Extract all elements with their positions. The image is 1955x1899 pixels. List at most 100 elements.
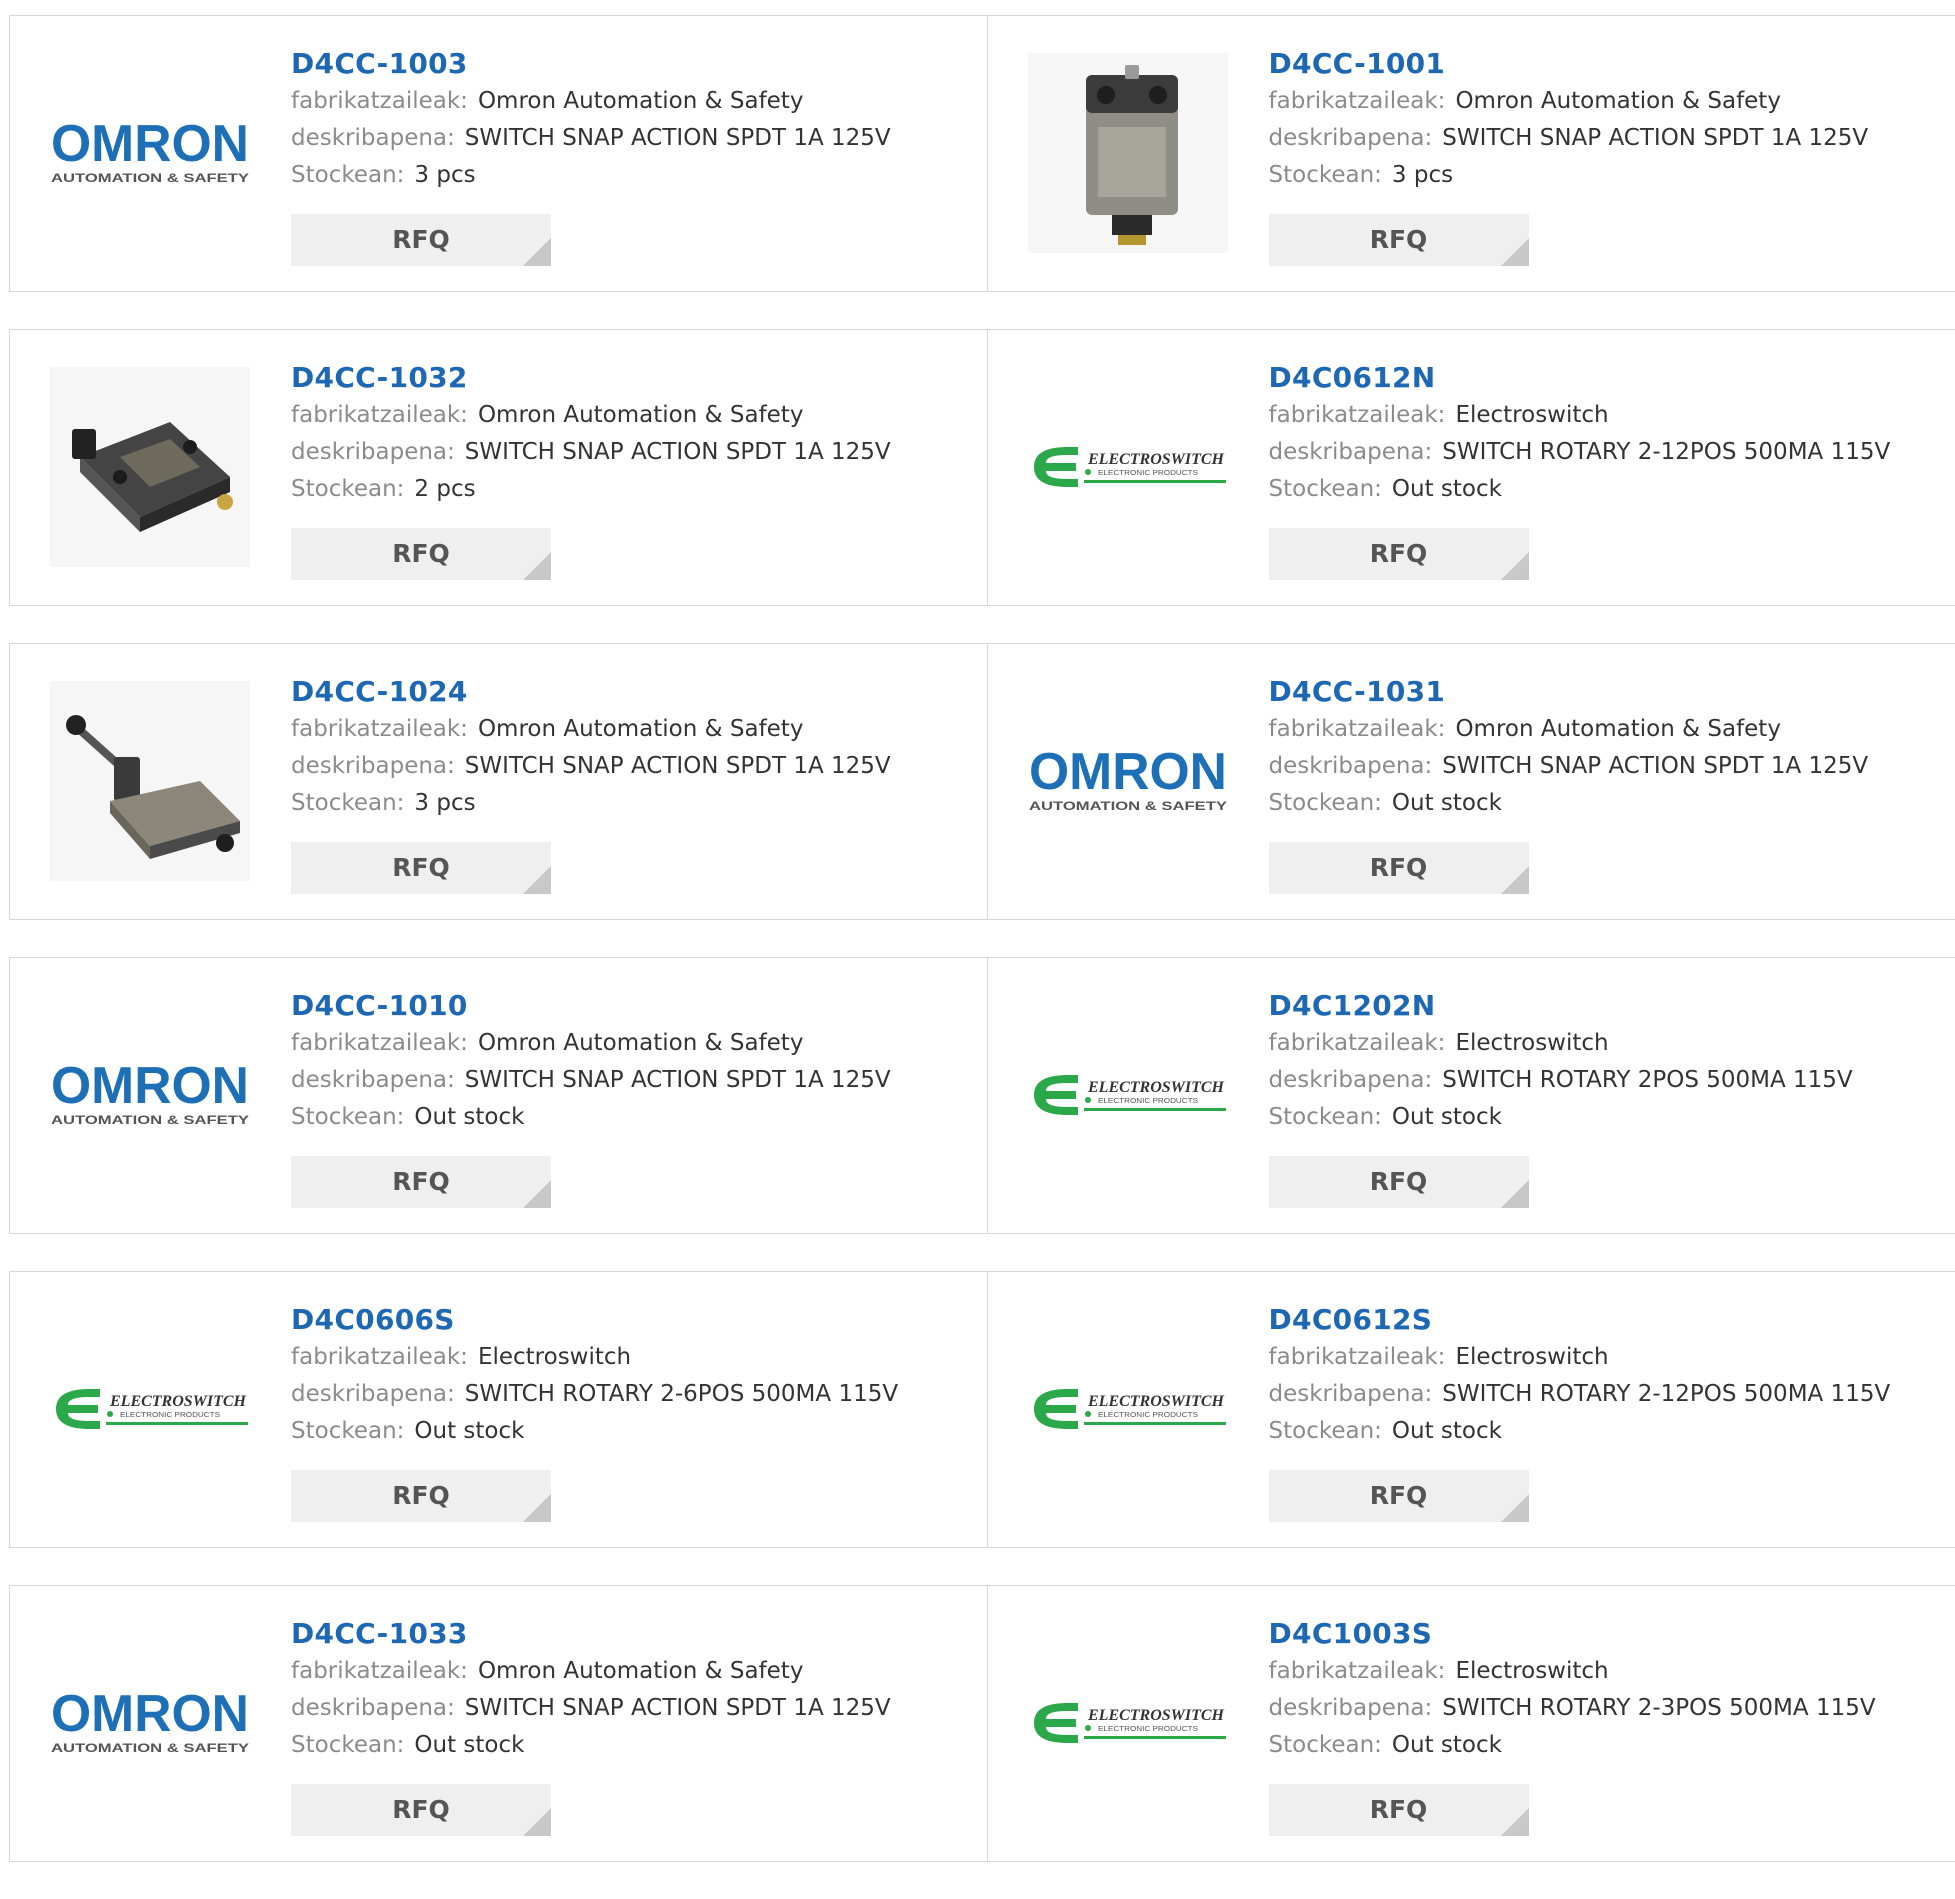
product-image[interactable]: [1028, 53, 1228, 253]
product-card: D4CC-1032fabrikatzaileak:Omron Automatio…: [10, 330, 987, 605]
product-row: OMRONAUTOMATION & SAFETY D4CC-1010 fabrika…: [9, 957, 1955, 1234]
description-label: deskribapena:: [291, 1695, 455, 1721]
manufacturer-value: Omron Automation & Safety: [478, 1658, 804, 1684]
description-label: deskribapena:: [1269, 1067, 1433, 1093]
omron-logo-icon: OMRONAUTOMATION & SAFETY: [1028, 741, 1228, 821]
manufacturer-label: fabrikatzaileak:: [1269, 88, 1446, 114]
omron-logo-name: OMRON: [51, 1685, 249, 1743]
description-label: deskribapena:: [1269, 439, 1433, 465]
rfq-button[interactable]: RFQ: [291, 214, 551, 266]
product-image[interactable]: OMRONAUTOMATION & SAFETY: [50, 995, 250, 1195]
stock-line: Stockean: Out stock: [1269, 785, 1929, 822]
rfq-button[interactable]: RFQ: [291, 1156, 551, 1208]
part-number-link[interactable]: D4CC-1010: [291, 987, 951, 1025]
stock-label: Stockean:: [1269, 1418, 1382, 1444]
rfq-button-label: RFQ: [1370, 225, 1428, 254]
description-line: deskribapena:SWITCH SNAP ACTION SPDT 1A …: [1269, 748, 1929, 785]
product-card: OMRONAUTOMATION & SAFETY D4CC-1010 fabrika…: [10, 958, 987, 1233]
manufacturer-label: fabrikatzaileak:: [291, 88, 468, 114]
stock-label: Stockean:: [291, 162, 404, 188]
product-image[interactable]: ELECTROSWITCHELECTRONIC PRODUCTS: [50, 1309, 250, 1509]
corner-triangle-icon: [523, 1494, 551, 1522]
rfq-button-label: RFQ: [1370, 1481, 1428, 1510]
omron-logo-icon: OMRONAUTOMATION & SAFETY: [50, 1055, 250, 1135]
product-info: D4CC-1032fabrikatzaileak:Omron Automatio…: [291, 359, 951, 580]
product-image[interactable]: ELECTROSWITCHELECTRONIC PRODUCTS: [1028, 1623, 1228, 1823]
corner-triangle-icon: [1501, 1808, 1529, 1836]
electroswitch-logo-name: ELECTROSWITCH: [1087, 451, 1225, 468]
rfq-button-label: RFQ: [1370, 853, 1428, 882]
part-number-link[interactable]: D4CC-1001: [1269, 45, 1929, 83]
product-image[interactable]: ELECTROSWITCHELECTRONIC PRODUCTS: [1028, 367, 1228, 567]
product-image[interactable]: OMRONAUTOMATION & SAFETY: [1028, 681, 1228, 881]
manufacturer-label: fabrikatzaileak:: [1269, 716, 1446, 742]
description-line: deskribapena:SWITCH SNAP ACTION SPDT 1A …: [291, 748, 951, 785]
stock-value: Out stock: [414, 1418, 524, 1444]
rfq-button[interactable]: RFQ: [291, 842, 551, 894]
product-row: D4CC-1032fabrikatzaileak:Omron Automatio…: [9, 329, 1955, 606]
electroswitch-logo-name: ELECTROSWITCH: [1087, 1079, 1225, 1096]
rfq-button[interactable]: RFQ: [291, 1784, 551, 1836]
stock-line: Stockean:3 pcs: [291, 157, 951, 194]
description-label: deskribapena:: [291, 1381, 455, 1407]
product-image[interactable]: OMRONAUTOMATION & SAFETY: [50, 53, 250, 253]
product-image[interactable]: ELECTROSWITCHELECTRONIC PRODUCTS: [1028, 995, 1228, 1195]
product-image[interactable]: OMRONAUTOMATION & SAFETY: [50, 1623, 250, 1823]
product-image[interactable]: [50, 367, 250, 567]
part-number-link[interactable]: D4CC-1024: [291, 673, 951, 711]
omron-logo-name: OMRON: [51, 1057, 249, 1115]
product-info: D4CC-1010fabrikatzaileak:Omron Automatio…: [291, 987, 951, 1208]
rfq-button[interactable]: RFQ: [1269, 214, 1529, 266]
part-number-link[interactable]: D4C0612S: [1269, 1301, 1929, 1339]
rfq-button[interactable]: RFQ: [1269, 842, 1529, 894]
electroswitch-logo-name: ELECTROSWITCH: [109, 1393, 247, 1410]
omron-logo-tagline: AUTOMATION & SAFETY: [51, 1113, 249, 1127]
stock-label: Stockean:: [291, 476, 404, 502]
stock-line: Stockean:2 pcs: [291, 471, 951, 508]
manufacturer-value: Omron Automation & Safety: [478, 716, 804, 742]
product-info: D4CC-1001fabrikatzaileak:Omron Automatio…: [1269, 45, 1929, 266]
stock-value: Out stock: [1392, 1732, 1502, 1758]
stock-value: 3 pcs: [414, 790, 475, 816]
part-number-link[interactable]: D4C1003S: [1269, 1615, 1929, 1653]
stock-label: Stockean:: [1269, 790, 1382, 816]
omron-logo-icon: OMRONAUTOMATION & SAFETY: [50, 113, 250, 193]
rfq-button[interactable]: RFQ: [1269, 1470, 1529, 1522]
manufacturer-label: fabrikatzaileak:: [291, 1030, 468, 1056]
manufacturer-line: fabrikatzaileak:Electroswitch: [291, 1339, 951, 1376]
part-number-link[interactable]: D4CC-1032: [291, 359, 951, 397]
manufacturer-value: Omron Automation & Safety: [1455, 716, 1781, 742]
product-image[interactable]: [50, 681, 250, 881]
corner-triangle-icon: [1501, 552, 1529, 580]
part-number-link[interactable]: D4CC-1003: [291, 45, 951, 83]
description-value: SWITCH ROTARY 2-12POS 500MA 115V: [1442, 1381, 1890, 1407]
electroswitch-logo-icon: ELECTROSWITCHELECTRONIC PRODUCTS: [50, 1379, 250, 1439]
description-label: deskribapena:: [1269, 1695, 1433, 1721]
manufacturer-label: fabrikatzaileak:: [1269, 1030, 1446, 1056]
stock-value: Out stock: [1392, 790, 1502, 816]
description-line: deskribapena:SWITCH ROTARY 2-3POS 500MA …: [1269, 1690, 1929, 1727]
rfq-button[interactable]: RFQ: [1269, 1156, 1529, 1208]
part-number-link[interactable]: D4CC-1033: [291, 1615, 951, 1653]
description-line: deskribapena:SWITCH SNAP ACTION SPDT 1A …: [291, 1690, 951, 1727]
product-card: ELECTROSWITCHELECTRONIC PRODUCTS D4C1003S…: [987, 1586, 1955, 1861]
rfq-button[interactable]: RFQ: [291, 1470, 551, 1522]
part-number-link[interactable]: D4C0606S: [291, 1301, 951, 1339]
corner-triangle-icon: [1501, 1180, 1529, 1208]
stock-line: Stockean:Out stock: [291, 1413, 951, 1450]
part-number-link[interactable]: D4CC-1031: [1269, 673, 1929, 711]
stock-label: Stockean:: [1269, 1732, 1382, 1758]
part-number-link[interactable]: D4C1202N: [1269, 987, 1929, 1025]
product-image[interactable]: ELECTROSWITCHELECTRONIC PRODUCTS: [1028, 1309, 1228, 1509]
description-label: deskribapena:: [1269, 1381, 1433, 1407]
rfq-button[interactable]: RFQ: [1269, 1784, 1529, 1836]
product-row: OMRONAUTOMATION & SAFETY D4CC-1003 fabrika…: [9, 15, 1955, 292]
rfq-button-label: RFQ: [392, 1481, 450, 1510]
part-number-link[interactable]: D4C0612N: [1269, 359, 1929, 397]
rfq-button[interactable]: RFQ: [1269, 528, 1529, 580]
rfq-button[interactable]: RFQ: [291, 528, 551, 580]
manufacturer-value: Electroswitch: [478, 1344, 631, 1370]
product-card: ELECTROSWITCHELECTRONIC PRODUCTS D4C1202N…: [987, 958, 1955, 1233]
description-value: SWITCH SNAP ACTION SPDT 1A 125V: [1442, 125, 1868, 151]
product-info: D4C0606Sfabrikatzaileak:Electroswitch des…: [291, 1301, 951, 1522]
